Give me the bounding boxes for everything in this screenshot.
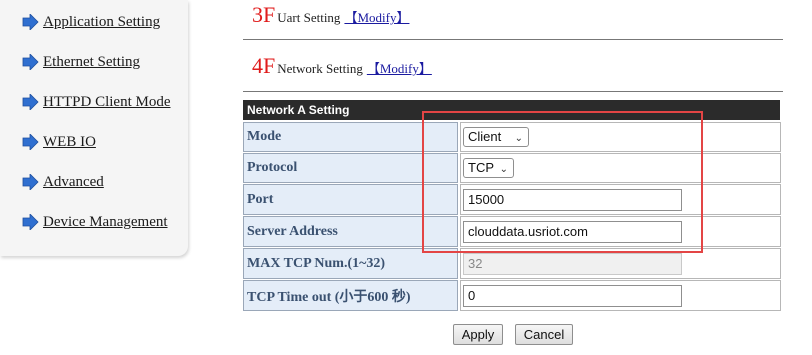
divider <box>243 91 783 92</box>
table-row: TCP Time out (小于600 秒) 0 <box>243 280 781 311</box>
max-tcp-num-input: 32 <box>463 252 682 275</box>
mode-select-value: Client <box>468 129 502 144</box>
divider <box>243 39 783 40</box>
tcp-timeout-label: TCP Time out (小于600 秒) <box>243 280 458 311</box>
uart-setting-section: 3F Uart Setting 【Modify】 <box>252 2 409 28</box>
section-number: 4F <box>252 53 276 78</box>
chevron-down-icon: ⌄ <box>499 164 508 175</box>
network-modify-link[interactable]: 【Modify】 <box>367 58 432 77</box>
sidebar-menu: Application Setting Ethernet Setting HTT… <box>0 0 188 256</box>
protocol-select[interactable]: TCP ⌄ <box>463 158 514 178</box>
sidebar-item-label: Ethernet Setting <box>43 53 141 70</box>
protocol-label: Protocol <box>243 153 458 183</box>
sidebar-item-label: WEB IO <box>43 133 96 150</box>
sidebar-item-ethernet-setting[interactable]: Ethernet Setting <box>22 51 140 73</box>
uart-modify-link[interactable]: 【Modify】 <box>344 7 409 26</box>
table-row: Mode Client ⌄ <box>243 122 781 152</box>
arrow-right-icon <box>22 174 39 190</box>
sidebar-item-device-management[interactable]: Device Management <box>22 211 168 233</box>
max-tcp-num-label: MAX TCP Num.(1~32) <box>243 248 458 279</box>
port-input[interactable]: 15000 <box>463 188 682 211</box>
port-label: Port <box>243 184 458 215</box>
sidebar-item-httpd-client-mode[interactable]: HTTPD Client Mode <box>22 91 171 113</box>
server-address-input[interactable]: clouddata.usriot.com <box>463 220 682 243</box>
arrow-right-icon <box>22 214 39 230</box>
mode-select[interactable]: Client ⌄ <box>463 127 529 147</box>
section-title: Uart Setting <box>277 10 341 25</box>
sidebar-item-label: HTTPD Client Mode <box>43 93 171 110</box>
tcp-timeout-input[interactable]: 0 <box>463 284 682 307</box>
tcp-timeout-cell: 0 <box>460 280 781 311</box>
server-address-cell: clouddata.usriot.com <box>460 216 781 247</box>
mode-cell: Client ⌄ <box>460 122 781 152</box>
arrow-right-icon <box>22 54 39 70</box>
arrow-right-icon <box>22 94 39 110</box>
max-tcp-num-cell: 32 <box>460 248 781 279</box>
mode-label: Mode <box>243 122 458 152</box>
arrow-right-icon <box>22 134 39 150</box>
table-row: MAX TCP Num.(1~32) 32 <box>243 248 781 279</box>
chevron-down-icon: ⌄ <box>514 133 523 144</box>
arrow-right-icon <box>22 14 39 30</box>
table-row: Protocol TCP ⌄ <box>243 153 781 183</box>
port-cell: 15000 <box>460 184 781 215</box>
sidebar-item-advanced[interactable]: Advanced <box>22 171 104 193</box>
server-address-label: Server Address <box>243 216 458 247</box>
sidebar-item-web-io[interactable]: WEB IO <box>22 131 96 153</box>
protocol-cell: TCP ⌄ <box>460 153 781 183</box>
apply-button[interactable]: Apply <box>453 324 503 345</box>
section-number: 3F <box>252 2 276 27</box>
network-setting-section: 4F Network Setting 【Modify】 <box>252 53 432 79</box>
sidebar-item-label: Advanced <box>43 173 104 190</box>
cancel-button[interactable]: Cancel <box>515 324 573 345</box>
sidebar-item-label: Application Setting <box>43 13 161 30</box>
sidebar-item-label: Device Management <box>43 213 168 230</box>
section-title: Network Setting <box>277 61 363 76</box>
table-row: Port 15000 <box>243 184 781 215</box>
table-title: Network A Setting <box>243 100 780 120</box>
sidebar-item-application-setting[interactable]: Application Setting <box>22 11 160 33</box>
protocol-select-value: TCP <box>468 160 494 175</box>
table-row: Server Address clouddata.usriot.com <box>243 216 781 247</box>
